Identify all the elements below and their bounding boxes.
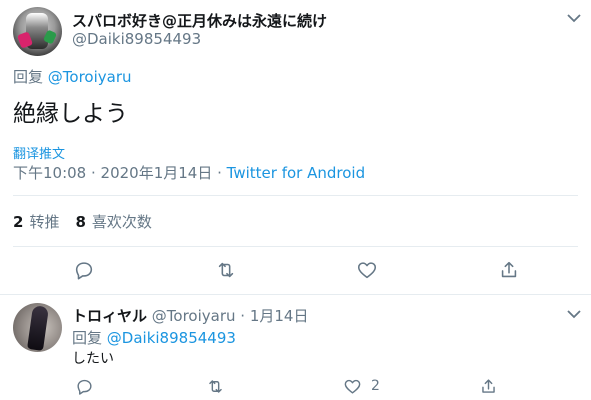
reply-prefix: 回复	[13, 68, 44, 86]
reply-prefix: 回复	[72, 329, 103, 347]
reply-to-line: 回复 @Toroiyaru	[13, 66, 132, 87]
retweet-icon[interactable]	[206, 377, 225, 396]
user-handle[interactable]: @Daiki89854493	[72, 30, 201, 48]
retweet-count: 2	[13, 213, 24, 231]
display-name[interactable]: トロィヤル	[72, 307, 147, 325]
handle-and-date[interactable]: @Toroiyaru · 1月14日	[152, 307, 309, 325]
reply-to-link[interactable]: @Daiki89854493	[107, 329, 236, 347]
main-tweet: スパロボ好き@正月休みは永遠に続け @Daiki89854493 回复 @Tor…	[0, 0, 591, 294]
avatar[interactable]	[13, 303, 62, 352]
retweet-icon[interactable]	[215, 259, 237, 281]
share-icon[interactable]	[479, 377, 498, 396]
like-stat[interactable]: 8 喜欢次数	[75, 211, 151, 232]
like-icon[interactable]	[356, 259, 378, 281]
like-count: 2	[371, 378, 380, 394]
divider	[13, 246, 578, 247]
share-icon[interactable]	[498, 259, 520, 281]
like-icon[interactable]	[343, 377, 362, 396]
reply-header: トロィヤル @Toroiyaru · 1月14日	[72, 305, 308, 326]
source-link[interactable]: Twitter for Android	[227, 164, 365, 182]
like-count: 8	[75, 213, 86, 231]
tweet-text: 絶縁しよう	[13, 101, 128, 127]
reply-to-link[interactable]: @Toroiyaru	[48, 68, 132, 86]
divider	[13, 195, 578, 196]
translate-tweet-link[interactable]: 翻译推文	[13, 143, 65, 162]
avatar[interactable]	[13, 7, 62, 56]
chevron-down-icon[interactable]	[567, 309, 581, 319]
reply-to-line: 回复 @Daiki89854493	[72, 327, 236, 348]
engagement-stats: 2 转推 8 喜欢次数	[13, 211, 152, 232]
like-label: 喜欢次数	[91, 213, 152, 231]
reply-icon[interactable]	[75, 377, 94, 396]
retweet-stat[interactable]: 2 转推	[13, 211, 59, 232]
chevron-down-icon[interactable]	[567, 13, 581, 23]
display-name[interactable]: スパロボ好き@正月休みは永遠に続け	[72, 10, 327, 31]
tweet-meta: 下午10:08 · 2020年1月14日 · Twitter for Andro…	[13, 162, 365, 183]
tweet-text: したい	[72, 351, 114, 367]
reply-icon[interactable]	[73, 259, 95, 281]
retweet-label: 转推	[29, 213, 60, 231]
divider	[0, 294, 591, 295]
timestamp[interactable]: 下午10:08 · 2020年1月14日 ·	[13, 164, 227, 182]
